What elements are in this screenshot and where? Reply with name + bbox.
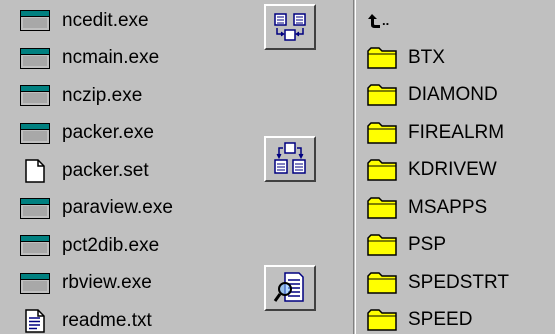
folder-icon [367, 197, 397, 219]
folder-name: DIAMOND [408, 84, 498, 106]
folder-name: SPEDSTRT [408, 271, 510, 293]
folder-list: .. BTX DIAMOND FIREALRM KDRIVEW MSAPPS P… [356, 0, 555, 334]
up-arrow-icon [368, 13, 380, 28]
view-file-button[interactable] [264, 265, 316, 311]
sync-panels-icon [274, 142, 306, 174]
parent-directory-item[interactable]: .. [356, 2, 555, 39]
exe-icon [20, 10, 50, 32]
file-name: ncmain.exe [62, 47, 160, 69]
folder-icon [367, 84, 397, 106]
file-name: packer.set [62, 159, 149, 181]
file-name: ncedit.exe [62, 9, 149, 31]
folder-item-kdrivew[interactable]: KDRIVEW [356, 152, 555, 190]
view-file-icon [273, 272, 304, 302]
exe-icon [20, 47, 50, 69]
folder-icon [367, 272, 397, 294]
file-row-paraview[interactable]: paraview.exe [0, 190, 232, 228]
file-row-rbview[interactable]: rbview.exe [0, 265, 232, 303]
exe-icon [20, 272, 50, 294]
folder-icon [367, 309, 397, 331]
file-name: rbview.exe [62, 272, 152, 294]
text-document-icon [20, 308, 50, 334]
folder-item-msapps[interactable]: MSAPPS [356, 189, 555, 227]
sync-panels-button[interactable] [264, 136, 316, 182]
file-row-readme[interactable]: readme.txt [0, 302, 232, 334]
folder-name: PSP [408, 234, 447, 256]
file-row-packer-set[interactable]: packer.set [0, 152, 232, 190]
file-name: readme.txt [62, 309, 152, 331]
file-name: pct2dib.exe [62, 234, 160, 256]
exe-icon [20, 85, 50, 107]
folder-icon [367, 47, 397, 69]
file-list: ncedit.exe ncmain.exe nczip.exe packer.e… [0, 0, 232, 334]
file-row-nczip[interactable]: nczip.exe [0, 77, 232, 115]
exe-icon [20, 235, 50, 257]
folder-icon [367, 234, 397, 256]
compare-panels-button[interactable] [264, 4, 316, 50]
folder-item-spedstrt[interactable]: SPEDSTRT [356, 264, 555, 302]
folder-name: SPEED [408, 309, 473, 331]
file-name: nczip.exe [62, 84, 143, 106]
parent-directory-label: .. [382, 13, 390, 28]
folder-name: MSAPPS [408, 196, 488, 218]
compare-panels-icon [274, 13, 306, 41]
folder-item-psp[interactable]: PSP [356, 227, 555, 265]
file-row-pct2dib[interactable]: pct2dib.exe [0, 227, 232, 265]
file-row-ncedit[interactable]: ncedit.exe [0, 2, 232, 40]
file-name: packer.exe [62, 122, 154, 144]
file-name: paraview.exe [62, 197, 173, 219]
folder-item-speed[interactable]: SPEED [356, 302, 555, 334]
blank-document-icon [20, 158, 50, 184]
folder-item-diamond[interactable]: DIAMOND [356, 77, 555, 115]
folder-item-btx[interactable]: BTX [356, 39, 555, 77]
folder-item-firealrm[interactable]: FIREALRM [356, 114, 555, 152]
file-row-packer-exe[interactable]: packer.exe [0, 115, 232, 153]
folder-icon [367, 122, 397, 144]
left-file-panel: ncedit.exe ncmain.exe nczip.exe packer.e… [0, 0, 232, 334]
toolbar-panel [232, 0, 356, 334]
exe-icon [20, 197, 50, 219]
right-folder-panel: .. BTX DIAMOND FIREALRM KDRIVEW MSAPPS P… [356, 0, 555, 334]
folder-name: BTX [408, 46, 445, 68]
folder-name: FIREALRM [408, 121, 505, 143]
folder-name: KDRIVEW [408, 159, 497, 181]
exe-icon [20, 122, 50, 144]
folder-icon [367, 159, 397, 181]
file-row-ncmain[interactable]: ncmain.exe [0, 40, 232, 78]
